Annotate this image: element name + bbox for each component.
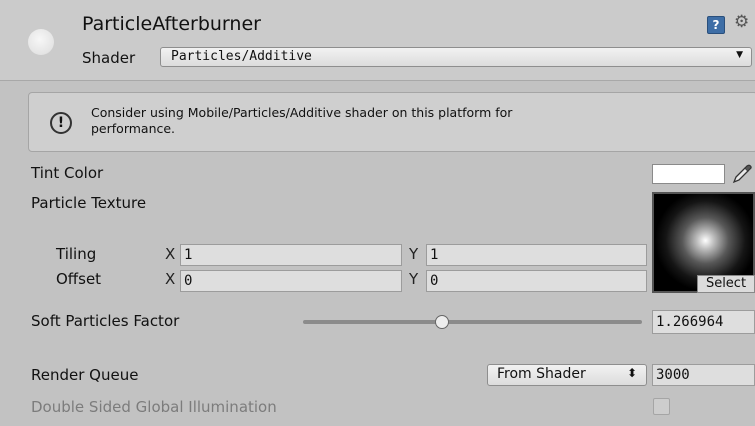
- particle-texture-label: Particle Texture: [31, 194, 147, 212]
- gear-icon[interactable]: ⚙: [734, 12, 749, 32]
- soft-particles-factor-field[interactable]: 1.266964: [652, 310, 755, 334]
- offset-x-axis-label: X: [165, 270, 176, 288]
- soft-particles-slider-thumb[interactable]: [434, 315, 449, 329]
- updown-arrow-icon: ⬍: [626, 366, 637, 380]
- shader-warning-box: ! Consider using Mobile/Particles/Additi…: [28, 92, 755, 152]
- eyedropper-icon[interactable]: [731, 163, 753, 185]
- material-header: ParticleAfterburner ? ⚙ Shader Particles…: [0, 0, 755, 81]
- offset-label: Offset: [56, 270, 102, 288]
- texture-select-button[interactable]: Select: [697, 275, 755, 293]
- render-queue-mode-dropdown[interactable]: From Shader ⬍: [487, 364, 647, 386]
- tint-color-label: Tint Color: [31, 164, 104, 182]
- warning-line-2: performance.: [91, 121, 176, 136]
- render-queue-label: Render Queue: [31, 366, 139, 384]
- warning-text: Consider using Mobile/Particles/Additive…: [91, 105, 711, 137]
- render-queue-mode-value: From Shader: [497, 366, 586, 382]
- double-sided-gi-label: Double Sided Global Illumination: [31, 398, 277, 416]
- help-book-icon[interactable]: ?: [707, 16, 725, 34]
- soft-particles-slider-track[interactable]: [303, 320, 642, 324]
- shader-dropdown-value: Particles/Additive: [171, 49, 312, 64]
- tiling-y-field[interactable]: 1: [426, 244, 647, 266]
- offset-x-field[interactable]: 0: [180, 270, 402, 292]
- soft-particles-factor-label: Soft Particles Factor: [31, 312, 180, 330]
- shader-label: Shader: [82, 49, 136, 67]
- exclamation-circle-icon: !: [50, 112, 72, 134]
- warning-line-1: Consider using Mobile/Particles/Additive…: [91, 105, 513, 120]
- double-sided-gi-checkbox[interactable]: [653, 398, 670, 415]
- offset-y-axis-label: Y: [409, 270, 419, 288]
- offset-y-field[interactable]: 0: [426, 270, 647, 292]
- tiling-x-axis-label: X: [165, 245, 176, 263]
- material-name: ParticleAfterburner: [82, 13, 261, 35]
- tint-color-swatch[interactable]: [652, 164, 725, 184]
- shader-dropdown[interactable]: Particles/Additive ▼: [160, 47, 752, 67]
- tiling-label: Tiling: [56, 245, 97, 263]
- material-preview-sphere: [28, 29, 54, 55]
- render-queue-value-field[interactable]: 3000: [652, 364, 755, 386]
- dropdown-arrow-icon: ▼: [736, 50, 743, 60]
- tiling-x-field[interactable]: 1: [180, 244, 402, 266]
- tiling-y-axis-label: Y: [409, 245, 419, 263]
